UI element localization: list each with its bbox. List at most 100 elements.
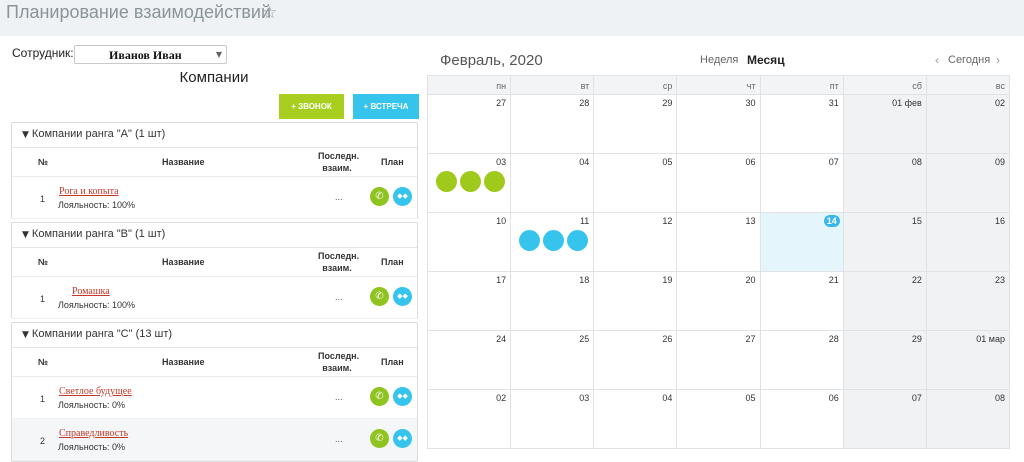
calendar-week: 10 11 12 13 14 15 16 bbox=[427, 213, 1010, 272]
calendar-day-cell[interactable]: 25 bbox=[511, 331, 595, 389]
col-last: Последн. взаим. bbox=[318, 351, 360, 373]
calendar-day-cell[interactable]: 28 bbox=[511, 95, 595, 153]
calendar-day-cell[interactable]: 28 bbox=[761, 331, 844, 389]
weekday-label: пн bbox=[428, 76, 512, 94]
table-row: 1 Светлое будущее Лояльность: 0% ... ✆ ◆… bbox=[12, 377, 417, 419]
calendar-day-cell[interactable]: 13 bbox=[677, 213, 761, 271]
star-icon[interactable]: ☆ bbox=[262, 3, 277, 23]
chevron-right-icon[interactable]: › bbox=[996, 53, 1000, 67]
group-header[interactable]: ▼ Компании ранга "A" (1 шт) bbox=[12, 123, 417, 148]
calendar-day-cell[interactable]: 20 bbox=[677, 272, 761, 330]
day-number: 19 bbox=[662, 275, 673, 285]
group-header[interactable]: ▼ Компании ранга "C" (13 шт) bbox=[12, 323, 417, 348]
calendar-day-cell[interactable]: 14 bbox=[760, 213, 844, 271]
last-interaction: ... bbox=[335, 434, 343, 444]
meeting-event-marker[interactable] bbox=[567, 230, 589, 251]
day-number: 29 bbox=[911, 334, 922, 344]
calendar-day-cell[interactable]: 11 bbox=[511, 213, 595, 271]
calendar-day-cell[interactable]: 26 bbox=[594, 331, 678, 389]
calendar-day-cell[interactable]: 07 bbox=[843, 390, 927, 448]
today-button[interactable]: Сегодня bbox=[948, 54, 990, 66]
phone-icon[interactable]: ✆ bbox=[370, 387, 389, 406]
add-meeting-button[interactable]: + ВСТРЕЧА bbox=[353, 94, 419, 119]
day-number: 22 bbox=[911, 275, 922, 285]
view-month-button[interactable]: Месяц bbox=[747, 53, 785, 67]
calendar-week: 17 18 19 20 21 22 23 bbox=[427, 272, 1010, 331]
weekday-label: сб bbox=[844, 76, 927, 94]
call-event-marker[interactable] bbox=[484, 171, 505, 192]
calendar-day-cell[interactable]: 05 bbox=[594, 154, 678, 212]
phone-icon[interactable]: ✆ bbox=[370, 187, 389, 206]
calendar-day-cell[interactable]: 04 bbox=[511, 154, 595, 212]
calendar-day-cell[interactable]: 16 bbox=[926, 213, 1010, 271]
weekday-label: пт bbox=[761, 76, 844, 94]
company-link[interactable]: Светлое будущее bbox=[59, 386, 132, 397]
phone-icon[interactable]: ✆ bbox=[370, 287, 389, 306]
loyalty-text: Лояльность: 0% bbox=[58, 442, 126, 452]
day-number: 21 bbox=[828, 275, 839, 285]
company-link[interactable]: Рога и копыта bbox=[59, 186, 119, 197]
company-group-c: ▼ Компании ранга "C" (13 шт) № Название П… bbox=[11, 322, 418, 462]
chevron-left-icon[interactable]: ‹ bbox=[935, 53, 939, 67]
calendar-day-cell[interactable]: 30 bbox=[677, 95, 761, 153]
calendar-day-cell[interactable]: 22 bbox=[843, 272, 927, 330]
call-event-marker[interactable] bbox=[460, 171, 481, 192]
handshake-icon[interactable]: ◆◆ bbox=[393, 287, 412, 306]
calendar-day-cell[interactable]: 31 bbox=[761, 95, 844, 153]
handshake-icon[interactable]: ◆◆ bbox=[393, 187, 412, 206]
weekday-label: вс bbox=[995, 81, 1005, 91]
view-week-button[interactable]: Неделя bbox=[700, 54, 738, 66]
calendar-day-cell[interactable]: 21 bbox=[761, 272, 844, 330]
calendar-day-cell[interactable]: 10 bbox=[428, 213, 512, 271]
add-call-button[interactable]: + ЗВОНОК bbox=[279, 94, 344, 119]
col-last: Последн. взаим. bbox=[318, 151, 360, 173]
calendar-day-cell[interactable]: 05 bbox=[677, 390, 761, 448]
group-header[interactable]: ▼ Компании ранга "B" (1 шт) bbox=[12, 223, 417, 248]
calendar-day-cell[interactable]: 02 bbox=[428, 390, 512, 448]
employee-select[interactable]: Иванов Иван ▼ bbox=[74, 45, 227, 64]
calendar-day-cell[interactable]: 19 bbox=[594, 272, 678, 330]
day-number: 06 bbox=[828, 393, 839, 403]
company-link[interactable]: Ромашка bbox=[72, 286, 110, 297]
day-number: 18 bbox=[579, 275, 590, 285]
day-number: 01 фев bbox=[892, 98, 922, 108]
day-number: 27 bbox=[745, 334, 756, 344]
calendar-day-cell[interactable]: 07 bbox=[761, 154, 844, 212]
calendar-day-cell[interactable]: 04 bbox=[594, 390, 678, 448]
calendar-day-cell[interactable]: 09 bbox=[926, 154, 1010, 212]
companies-title: Компании bbox=[179, 69, 249, 86]
calendar-day-cell[interactable]: 27 bbox=[428, 95, 512, 153]
meeting-event-marker[interactable] bbox=[519, 230, 541, 251]
calendar-day-cell[interactable]: 06 bbox=[761, 390, 844, 448]
calendar-day-cell[interactable]: 08 bbox=[926, 390, 1010, 448]
day-number: 14 bbox=[823, 215, 840, 227]
phone-icon[interactable]: ✆ bbox=[370, 429, 389, 448]
call-event-marker[interactable] bbox=[436, 171, 457, 192]
day-number: 01 мар bbox=[976, 334, 1005, 344]
meeting-event-marker[interactable] bbox=[543, 230, 565, 251]
calendar-day-cell[interactable]: 08 bbox=[843, 154, 927, 212]
handshake-icon[interactable]: ◆◆ bbox=[393, 429, 412, 448]
company-link[interactable]: Справедливость bbox=[59, 428, 128, 439]
calendar-day-cell[interactable]: 03 bbox=[428, 154, 512, 212]
handshake-icon[interactable]: ◆◆ bbox=[393, 387, 412, 406]
calendar-day-cell[interactable]: 02 bbox=[926, 95, 1010, 153]
calendar-day-cell[interactable]: 29 bbox=[843, 331, 927, 389]
calendar-day-cell[interactable]: 18 bbox=[511, 272, 595, 330]
calendar-day-cell[interactable]: 29 bbox=[594, 95, 678, 153]
day-number: 07 bbox=[828, 157, 839, 167]
calendar-day-cell[interactable]: 01 мар bbox=[926, 331, 1010, 389]
day-number: 26 bbox=[662, 334, 673, 344]
calendar-day-cell[interactable]: 24 bbox=[428, 331, 512, 389]
day-number: 27 bbox=[496, 98, 507, 108]
calendar-day-cell[interactable]: 12 bbox=[594, 213, 678, 271]
col-name: Название bbox=[162, 357, 205, 367]
calendar-day-cell[interactable]: 03 bbox=[511, 390, 595, 448]
calendar-day-cell[interactable]: 23 bbox=[926, 272, 1010, 330]
calendar-day-cell[interactable]: 17 bbox=[428, 272, 512, 330]
day-number: 23 bbox=[994, 275, 1005, 285]
calendar-day-cell[interactable]: 01 фев bbox=[843, 95, 927, 153]
calendar-day-cell[interactable]: 06 bbox=[677, 154, 761, 212]
calendar-day-cell[interactable]: 27 bbox=[677, 331, 761, 389]
calendar-day-cell[interactable]: 15 bbox=[843, 213, 927, 271]
